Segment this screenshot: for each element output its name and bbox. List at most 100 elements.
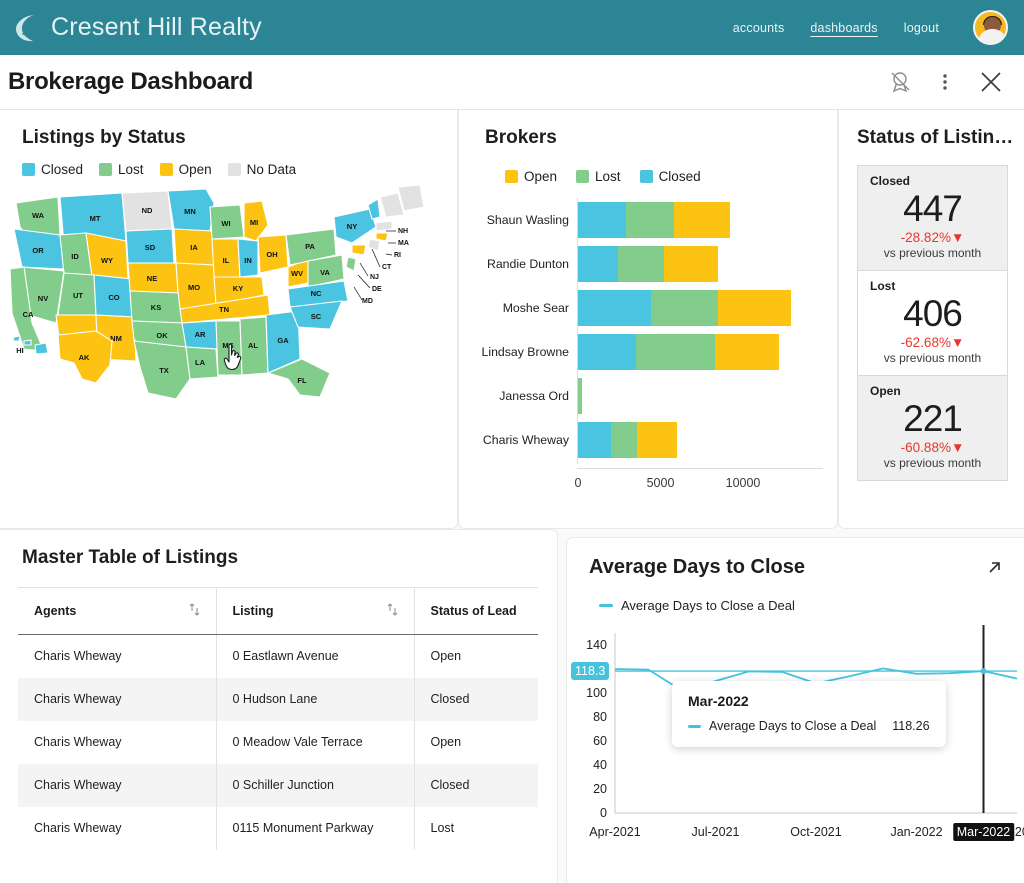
cell-status: Open <box>430 649 462 664</box>
sort-icon-listing[interactable] <box>385 602 400 620</box>
bar-segment-lost[interactable] <box>625 202 674 238</box>
svg-text:OR: OR <box>32 246 44 255</box>
bar-segment-lost[interactable] <box>611 422 638 458</box>
svg-text:FL: FL <box>297 376 307 385</box>
cell-listing: 0 Eastlawn Avenue <box>216 634 415 678</box>
bar-segment-lost[interactable] <box>650 290 719 326</box>
table-row[interactable]: Charis Wheway 0 Eastlawn Avenue Open <box>18 634 538 678</box>
kpi-card-lost[interactable]: Lost 406 -62.68%▼ vs previous month <box>858 271 1007 376</box>
kpi-card-closed[interactable]: Closed 447 -28.82%▼ vs previous month <box>858 166 1007 271</box>
bar-segment-open[interactable] <box>718 290 791 326</box>
column-header-status[interactable]: Status of Lead <box>414 587 538 635</box>
svg-text:NJ: NJ <box>370 274 379 281</box>
bar-segment-open[interactable] <box>637 422 677 458</box>
broker-bar-row[interactable]: Moshe Sear <box>459 290 837 326</box>
svg-text:LA: LA <box>195 358 206 367</box>
brokers-legend-item-open[interactable]: Open <box>505 169 557 184</box>
avatar[interactable] <box>973 10 1008 45</box>
svg-text:NC: NC <box>311 289 322 298</box>
broker-name-label: Lindsay Browne <box>481 345 570 359</box>
nav-link-dashboards[interactable]: dashboards <box>810 21 877 35</box>
chart-tooltip: Mar-2022 Average Days to Close a Deal 11… <box>672 681 946 747</box>
bar-segment-closed[interactable] <box>578 202 626 238</box>
listings-table[interactable]: Agents Listing Status of Lead Charis Whe… <box>18 587 538 850</box>
expand-arrow-icon[interactable] <box>985 558 1004 582</box>
ribbon-off-icon[interactable] <box>888 70 912 94</box>
bar-segment-closed[interactable] <box>578 290 651 326</box>
sort-icon-agents[interactable] <box>187 602 202 620</box>
broker-stacked-bar[interactable] <box>578 378 583 414</box>
column-label-agents: Agents <box>34 604 77 618</box>
bar-segment-open[interactable] <box>673 202 730 238</box>
brokers-legend-label-open: Open <box>524 169 558 184</box>
cell-status: Closed <box>430 692 470 706</box>
close-icon[interactable] <box>978 69 1004 95</box>
broker-bar-row[interactable]: Janessa Ord <box>459 378 837 414</box>
cell-status: Lost <box>430 821 455 835</box>
broker-bar-row[interactable]: Shaun Wasling <box>459 202 837 238</box>
broker-stacked-bar[interactable] <box>578 334 780 370</box>
table-row[interactable]: Charis Wheway 0 Meadow Vale Terrace Open <box>18 720 538 764</box>
svg-text:CA: CA <box>23 310 34 319</box>
legend-item-closed[interactable]: Closed <box>22 162 83 177</box>
svg-text:NY: NY <box>347 222 357 231</box>
kpi-card-open[interactable]: Open 221 -60.88%▼ vs previous month <box>858 375 1007 480</box>
bar-segment-closed[interactable] <box>578 246 618 282</box>
more-vertical-icon[interactable] <box>935 71 955 93</box>
us-choropleth-map[interactable]: WA OR MT ID WY NV CA UT CO NM ND SD NE K… <box>0 183 457 428</box>
column-header-agents[interactable]: Agents <box>18 587 217 635</box>
table-row[interactable]: Charis Wheway 0 Schiller Junction Closed <box>18 763 538 807</box>
tooltip-value: 118.26 <box>892 719 930 733</box>
cell-listing: 0 Hudson Lane <box>216 677 415 721</box>
broker-stacked-bar[interactable] <box>578 202 730 238</box>
legend-item-lost[interactable]: Lost <box>99 162 144 177</box>
bar-segment-lost[interactable] <box>635 334 715 370</box>
bar-segment-lost[interactable] <box>617 246 664 282</box>
legend-item-no-data[interactable]: No Data <box>227 162 296 177</box>
svg-text:MI: MI <box>250 218 258 227</box>
broker-bar-row[interactable]: Lindsay Browne <box>459 334 837 370</box>
svg-text:NE: NE <box>147 274 157 283</box>
svg-text:MT: MT <box>90 214 101 223</box>
bar-segment-open[interactable] <box>714 334 780 370</box>
kpi-delta: -60.88%▼ <box>900 439 965 455</box>
broker-bar-row[interactable]: Charis Wheway <box>459 422 837 458</box>
svg-text:ND: ND <box>142 206 153 215</box>
bar-segment-lost[interactable] <box>578 378 583 414</box>
brokers-bar-chart[interactable]: Shaun Wasling Randie Dunton Moshe Sear Lind… <box>459 198 837 490</box>
nav-link-logout[interactable]: logout <box>904 21 939 35</box>
svg-text:NV: NV <box>38 294 48 303</box>
legend-item-open[interactable]: Open <box>159 162 212 177</box>
broker-stacked-bar[interactable] <box>578 246 719 282</box>
brokers-legend-label-closed: Closed <box>658 169 701 184</box>
svg-text:MN: MN <box>184 207 196 216</box>
legend-label-closed: Closed <box>41 162 84 177</box>
bar-segment-closed[interactable] <box>578 334 636 370</box>
broker-name-label: Janessa Ord <box>499 389 569 403</box>
svg-text:CT: CT <box>382 264 392 271</box>
table-row[interactable]: Charis Wheway 0115 Monument Parkway Lost <box>18 806 538 850</box>
brand-logo[interactable]: Cresent Hill Realty <box>14 13 262 43</box>
table-header-row: Agents Listing Status of Lead <box>18 587 538 635</box>
page-title: Brokerage Dashboard <box>8 68 254 95</box>
average-days-line-chart[interactable]: Mar-2022 Average Days to Close a Deal 11… <box>567 623 1024 853</box>
bar-segment-open[interactable] <box>663 246 719 282</box>
column-label-status: Status of Lead <box>430 604 517 618</box>
us-map-svg: WA OR MT ID WY NV CA UT CO NM ND SD NE K… <box>9 184 425 400</box>
brokers-legend-item-closed[interactable]: Closed <box>639 169 701 184</box>
svg-text:IN: IN <box>244 256 252 265</box>
brokers-x-axis-line <box>577 468 823 469</box>
status-of-listings-panel: Status of Listin… Closed 447 -28.82%▼ vs pr… <box>838 110 1024 529</box>
broker-stacked-bar[interactable] <box>578 290 791 326</box>
brokers-legend-item-lost[interactable]: Lost <box>576 169 621 184</box>
kpi-value: 221 <box>903 397 963 439</box>
column-header-listing[interactable]: Listing <box>216 587 415 635</box>
x-axis-tick: Jan-2022 <box>890 825 943 839</box>
nav-link-accounts[interactable]: accounts <box>733 21 785 35</box>
broker-bar-row[interactable]: Randie Dunton <box>459 246 837 282</box>
line-chart-legend[interactable]: Average Days to Close a Deal <box>599 598 1024 613</box>
broker-stacked-bar[interactable] <box>578 422 677 458</box>
svg-text:ID: ID <box>71 252 79 261</box>
bar-segment-closed[interactable] <box>578 422 611 458</box>
table-row[interactable]: Charis Wheway 0 Hudson Lane Closed <box>18 677 538 721</box>
